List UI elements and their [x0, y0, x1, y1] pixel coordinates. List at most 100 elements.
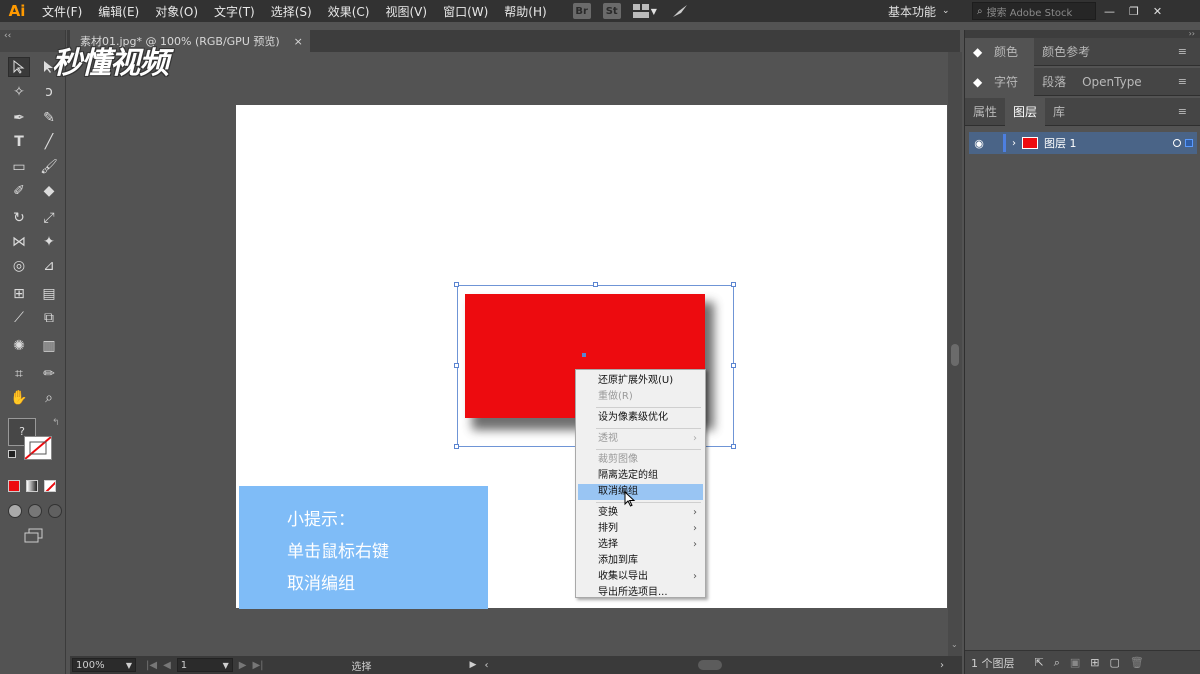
horizontal-scrollbar-thumb[interactable] — [698, 660, 723, 670]
clip-mask-icon[interactable]: ▣ — [1070, 656, 1080, 669]
tab-layers[interactable]: 图层 — [1005, 97, 1046, 126]
tab-opentype[interactable]: OpenType — [1074, 75, 1150, 89]
menu-item-transform[interactable]: 变换 › — [576, 505, 705, 521]
menu-edit[interactable]: 编辑(E) — [90, 3, 147, 20]
selection-tool-icon[interactable] — [8, 57, 30, 77]
eyedropper-tool-icon[interactable]: ⟋ — [8, 308, 30, 328]
menu-effect[interactable]: 效果(C) — [320, 3, 378, 20]
default-fill-stroke-icon[interactable] — [8, 450, 16, 458]
blend-tool-icon[interactable]: ⧉ — [38, 308, 60, 328]
perspective-grid-tool-icon[interactable]: ⊿ — [38, 256, 60, 276]
column-graph-tool-icon[interactable]: ▥ — [38, 336, 60, 356]
type-tool-icon[interactable]: T — [8, 132, 30, 152]
scroll-left-icon[interactable]: ‹ — [484, 660, 488, 671]
expand-chevron-icon[interactable]: › — [1012, 138, 1016, 149]
close-tab-icon[interactable]: × — [294, 35, 303, 48]
eraser-tool-icon[interactable]: ◆ — [38, 181, 60, 201]
resize-handle-left[interactable] — [454, 363, 459, 368]
resize-handle-top-right[interactable] — [731, 282, 736, 287]
bridge-icon[interactable]: Br — [572, 3, 591, 19]
paintbrush-tool-icon[interactable]: 🖌 — [38, 157, 60, 177]
resize-handle-top-left[interactable] — [454, 282, 459, 287]
next-artboard-icon[interactable]: ▶ — [239, 660, 247, 671]
last-artboard-icon[interactable]: ▶| — [252, 660, 263, 671]
visibility-eye-icon[interactable]: ◉ — [969, 137, 989, 150]
menu-item-undo-expand-appearance[interactable]: 还原扩展外观(U) — [576, 373, 705, 389]
menu-item-export-selection[interactable]: 导出所选项目... — [576, 585, 705, 601]
tab-paragraph[interactable]: 段落 — [1034, 73, 1074, 90]
menu-type[interactable]: 文字(T) — [206, 3, 263, 20]
lasso-tool-icon[interactable]: ↄ — [38, 82, 60, 102]
resize-handle-right[interactable] — [731, 363, 736, 368]
color-mode-icon[interactable] — [8, 480, 20, 492]
draw-behind-icon[interactable] — [28, 504, 42, 518]
panel-menu-icon[interactable]: ≡ — [1170, 75, 1195, 88]
status-menu-icon[interactable]: ▶ — [470, 660, 477, 670]
width-tool-icon[interactable]: ⋈ — [8, 232, 30, 252]
new-sublayer-icon[interactable]: ⊞ — [1090, 656, 1099, 669]
rectangle-tool-icon[interactable]: ▭ — [8, 157, 30, 177]
scroll-right-icon[interactable]: › — [940, 660, 944, 671]
pen-tool-icon[interactable]: ✒ — [8, 108, 30, 128]
menu-item-crop-image[interactable]: 裁剪图像 — [576, 452, 705, 468]
menu-item-isolate-group[interactable]: 隔离选定的组 — [576, 468, 705, 484]
stroke-swatch[interactable] — [24, 436, 52, 460]
resize-handle-bottom-left[interactable] — [454, 444, 459, 449]
trash-icon[interactable]: 🗑 — [1130, 656, 1144, 669]
stock-search-input[interactable]: ⌕ 搜索 Adobe Stock — [972, 2, 1096, 20]
menu-item-pixel-optimize[interactable]: 设为像素级优化 — [576, 410, 705, 426]
first-artboard-icon[interactable]: |◀ — [146, 660, 157, 671]
tab-color[interactable]: ◆ 颜色 — [965, 37, 1035, 66]
screen-mode-icon[interactable] — [24, 528, 44, 544]
tab-properties[interactable]: 属性 — [965, 103, 1005, 120]
arrange-documents-icon[interactable]: ▼ — [632, 3, 659, 19]
scroll-down-icon[interactable]: ⌄ — [951, 640, 958, 649]
symbol-sprayer-tool-icon[interactable]: ✺ — [8, 336, 30, 356]
menu-item-add-to-library[interactable]: 添加到库 — [576, 553, 705, 569]
menu-object[interactable]: 对象(O) — [147, 3, 206, 20]
menu-item-redo[interactable]: 重做(R) — [576, 389, 705, 405]
vertical-scrollbar[interactable]: ⌄ — [948, 52, 962, 656]
menu-item-perspective[interactable]: 透视 › — [576, 431, 705, 447]
layer-name[interactable]: 图层 1 — [1044, 135, 1077, 151]
layer-row[interactable]: ◉ › 图层 1 — [969, 132, 1197, 154]
shaper-tool-icon[interactable]: ✐ — [8, 181, 30, 201]
scale-tool-icon[interactable]: ⤢ — [38, 208, 60, 228]
hand-tool-icon[interactable]: ✋ — [8, 388, 30, 408]
draw-inside-icon[interactable] — [48, 504, 62, 518]
fill-stroke-swatches[interactable]: ? ↰ — [8, 418, 60, 460]
shape-builder-tool-icon[interactable]: ◎ — [8, 256, 30, 276]
menu-help[interactable]: 帮助(H) — [496, 3, 554, 20]
restore-icon[interactable]: ❐ — [1129, 5, 1139, 18]
scrollbar-thumb[interactable] — [951, 344, 959, 366]
menu-window[interactable]: 窗口(W) — [435, 3, 496, 20]
tab-color-guide[interactable]: 颜色参考 — [1034, 43, 1098, 60]
none-mode-icon[interactable] — [44, 480, 56, 492]
slice-tool-icon[interactable]: ✏ — [38, 364, 60, 384]
swap-fill-stroke-icon[interactable]: ↰ — [52, 418, 60, 428]
resize-handle-bottom-right[interactable] — [731, 444, 736, 449]
previous-artboard-icon[interactable]: ◀ — [163, 660, 171, 671]
panel-menu-icon[interactable]: ≡ — [1170, 45, 1195, 58]
close-icon[interactable]: ✕ — [1153, 5, 1162, 18]
selection-square-icon[interactable] — [1185, 139, 1193, 147]
minimize-icon[interactable]: — — [1104, 5, 1115, 18]
gradient-mode-icon[interactable] — [26, 480, 38, 492]
tab-character[interactable]: ◆ 字符 — [965, 67, 1035, 96]
resize-handle-top[interactable] — [593, 282, 598, 287]
search-icon[interactable]: ⌕ — [1054, 656, 1060, 670]
export-icon[interactable]: ⇱ — [1035, 656, 1044, 669]
gradient-tool-icon[interactable]: ▤ — [38, 284, 60, 304]
panel-menu-icon[interactable]: ≡ — [1170, 105, 1195, 118]
line-tool-icon[interactable]: ╱ — [38, 132, 60, 152]
zoom-tool-icon[interactable]: ⌕ — [38, 388, 60, 408]
menu-item-collect-for-export[interactable]: 收集以导出 › — [576, 569, 705, 585]
stock-icon[interactable]: St — [602, 3, 621, 19]
workspace-switcher[interactable]: 基本功能 ⌄ — [888, 0, 950, 22]
artboard-tool-icon[interactable]: ⌗ — [8, 364, 30, 384]
zoom-select[interactable]: 100% ▼ — [72, 658, 136, 672]
menu-file[interactable]: 文件(F) — [34, 3, 90, 20]
new-layer-icon[interactable]: ▢ — [1110, 656, 1120, 669]
menu-select[interactable]: 选择(S) — [263, 3, 320, 20]
draw-normal-icon[interactable] — [8, 504, 22, 518]
